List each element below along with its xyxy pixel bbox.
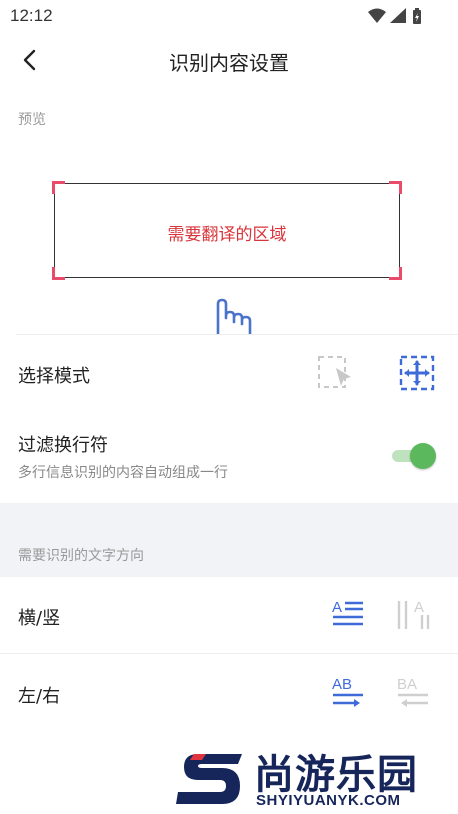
s-logo-icon	[176, 754, 242, 804]
horizontal-vertical-title: 横/竖	[18, 608, 61, 629]
watermark-url: SHYIYUANYK.COM	[256, 792, 401, 809]
svg-text:BA: BA	[397, 676, 417, 693]
select-mode-row: 选择模式	[0, 335, 458, 411]
filter-newline-row: 过滤换行符 多行信息识别的内容自动组成一行	[0, 411, 458, 503]
left-to-right-icon[interactable]: AB	[331, 675, 365, 709]
filter-newline-toggle[interactable]	[392, 441, 436, 471]
drag-move-mode-icon[interactable]	[399, 355, 435, 391]
preview-area-text: 需要翻译的区域	[167, 225, 287, 245]
select-cursor-mode-icon[interactable]	[317, 355, 353, 391]
watermark-logo: 尚游乐园 SHYIYUANYK.COM	[176, 742, 458, 814]
horizontal-text-icon[interactable]: A	[331, 597, 365, 631]
right-to-left-icon[interactable]: BA	[396, 675, 430, 709]
svg-text:A: A	[414, 599, 424, 616]
status-time: 12:12	[10, 6, 53, 25]
page-title: 识别内容设置	[169, 51, 289, 75]
preview-area: 需要翻译的区域	[52, 181, 402, 280]
corner-top-left	[52, 181, 65, 194]
hand-pointer-icon	[216, 298, 252, 334]
corner-bottom-left	[52, 267, 65, 280]
horizontal-vertical-row: 横/竖 A A	[0, 577, 458, 654]
status-icons	[368, 8, 421, 24]
app-header: 识别内容设置	[0, 32, 458, 88]
preview-section: 预览 需要翻译的区域	[0, 88, 458, 334]
corner-top-right	[389, 181, 402, 194]
wifi-icon	[368, 8, 386, 23]
select-mode-title: 选择模式	[18, 366, 90, 387]
direction-section-header: 需要识别的文字方向	[0, 503, 458, 577]
svg-text:A: A	[332, 599, 342, 616]
left-right-title: 左/右	[18, 686, 61, 707]
preview-label: 预览	[18, 112, 46, 128]
toggle-knob	[410, 443, 436, 469]
signal-icon	[390, 8, 406, 23]
filter-newline-subtitle: 多行信息识别的内容自动组成一行	[18, 465, 228, 481]
svg-text:AB: AB	[332, 676, 352, 693]
filter-newline-title: 过滤换行符	[18, 435, 108, 456]
vertical-text-icon[interactable]: A	[396, 597, 430, 631]
corner-bottom-right	[389, 267, 402, 280]
left-right-row: 左/右 AB BA	[0, 654, 458, 730]
direction-section-label: 需要识别的文字方向	[18, 548, 144, 564]
status-bar: 12:12	[0, 0, 458, 32]
